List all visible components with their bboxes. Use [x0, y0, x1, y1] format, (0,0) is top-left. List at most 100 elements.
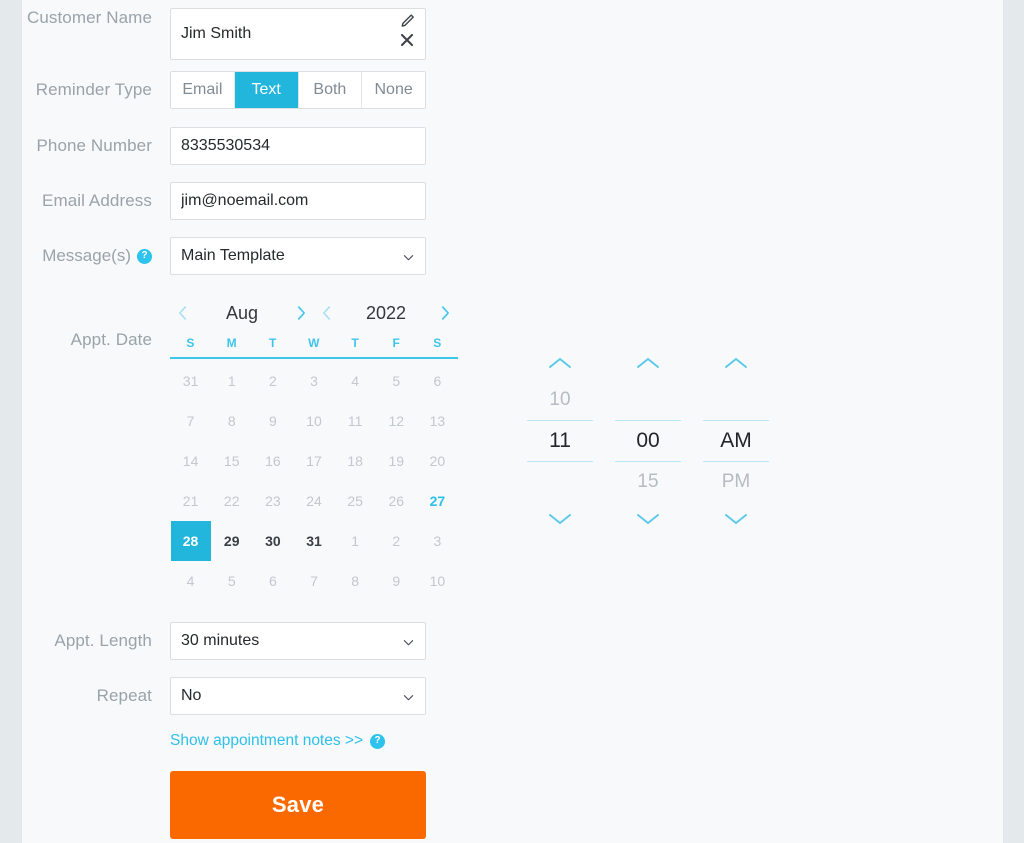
calendar-day[interactable]: 5 — [211, 561, 252, 601]
calendar-day[interactable]: 27 — [417, 481, 458, 521]
calendar-day[interactable]: 25 — [335, 481, 376, 521]
calendar-day[interactable]: 4 — [170, 561, 211, 601]
calendar-day[interactable]: 13 — [417, 401, 458, 441]
calendar-day[interactable]: 6 — [417, 361, 458, 401]
email-address-label: Email Address — [42, 191, 152, 210]
save-button[interactable]: Save — [170, 771, 426, 839]
calendar-day[interactable]: 1 — [211, 361, 252, 401]
phone-number-input[interactable]: 8335530534 — [170, 127, 426, 165]
show-appointment-notes-link[interactable]: Show appointment notes >> ? — [170, 732, 386, 750]
calendar-day[interactable]: 10 — [293, 401, 334, 441]
chevron-down-icon[interactable] — [626, 502, 670, 536]
email-address-input[interactable]: jim@noemail.com — [170, 182, 426, 220]
calendar-day[interactable]: 7 — [170, 401, 211, 441]
time-hour-value[interactable]: 11 — [527, 420, 593, 462]
row-appt-length: Appt. Length 30 minutes — [22, 622, 426, 660]
messages-value: Main Template — [181, 247, 285, 264]
time-minute-next[interactable]: 15 — [615, 462, 681, 502]
close-icon[interactable] — [398, 31, 416, 49]
time-minute-value[interactable]: 00 — [615, 420, 681, 462]
calendar-day[interactable]: 24 — [293, 481, 334, 521]
calendar-day[interactable]: 7 — [293, 561, 334, 601]
calendar-day[interactable]: 30 — [252, 521, 293, 561]
calendar-day[interactable]: 8 — [211, 401, 252, 441]
calendar-header-divider — [170, 357, 458, 359]
calendar-day[interactable]: 20 — [417, 441, 458, 481]
calendar-day[interactable]: 29 — [211, 521, 252, 561]
calendar-day[interactable]: 31 — [170, 361, 211, 401]
customer-name-input[interactable]: Jim Smith — [170, 8, 426, 60]
messages-select[interactable]: Main Template — [170, 237, 426, 275]
customer-name-label: Customer Name — [26, 8, 152, 27]
calendar-day[interactable]: 22 — [211, 481, 252, 521]
calendar-month-label[interactable]: Aug — [226, 303, 258, 324]
calendar-day[interactable]: 16 — [252, 441, 293, 481]
calendar-day[interactable]: 9 — [252, 401, 293, 441]
time-hour-next[interactable] — [527, 462, 593, 502]
chevron-left-icon[interactable] — [316, 302, 338, 324]
calendar-day[interactable]: 8 — [335, 561, 376, 601]
calendar-day[interactable]: 17 — [293, 441, 334, 481]
reminder-type-segmented-control[interactable]: Email Text Both None — [170, 71, 426, 109]
calendar-day[interactable]: 12 — [376, 401, 417, 441]
weekday-label: S — [186, 336, 195, 350]
reminder-option-text[interactable]: Text — [234, 72, 299, 108]
appt-length-select[interactable]: 30 minutes — [170, 622, 426, 660]
pencil-icon[interactable] — [398, 12, 416, 30]
calendar-day[interactable]: 6 — [252, 561, 293, 601]
calendar-day[interactable]: 9 — [376, 561, 417, 601]
time-picker: 10 11 00 15 AM PM — [527, 346, 769, 536]
calendar-day[interactable]: 3 — [417, 521, 458, 561]
calendar-day[interactable]: 18 — [335, 441, 376, 481]
row-repeat: Repeat No — [22, 677, 426, 715]
calendar-week-row: 14 15 16 17 18 19 20 — [170, 441, 458, 481]
calendar-day[interactable]: 2 — [376, 521, 417, 561]
time-meridiem-prev[interactable] — [703, 380, 769, 420]
chevron-down-icon[interactable] — [714, 502, 758, 536]
calendar-day[interactable]: 3 — [293, 361, 334, 401]
reminder-option-email[interactable]: Email — [171, 72, 235, 108]
row-messages: Message(s) ? Main Template — [22, 237, 426, 275]
appointment-form-page: Customer Name Jim Smith Reminder Type Em… — [0, 0, 1024, 843]
chevron-up-icon[interactable] — [626, 346, 670, 380]
calendar-day[interactable]: 14 — [170, 441, 211, 481]
chevron-down-icon — [403, 690, 414, 701]
calendar-day[interactable]: 26 — [376, 481, 417, 521]
time-minute-prev[interactable] — [615, 380, 681, 420]
calendar-day[interactable]: 2 — [252, 361, 293, 401]
calendar-day[interactable]: 19 — [376, 441, 417, 481]
email-address-value: jim@noemail.com — [181, 192, 309, 209]
calendar-day[interactable]: 31 — [293, 521, 334, 561]
calendar-day[interactable]: 4 — [335, 361, 376, 401]
help-circle-icon[interactable]: ? — [137, 248, 152, 264]
row-customer-name: Customer Name Jim Smith — [22, 8, 426, 60]
row-phone-number: Phone Number 8335530534 — [22, 127, 426, 165]
calendar-day-selected[interactable]: 28 — [170, 521, 211, 561]
reminder-option-none[interactable]: None — [362, 72, 425, 108]
calendar-day[interactable]: 15 — [211, 441, 252, 481]
chevron-left-icon[interactable] — [172, 302, 194, 324]
reminder-option-both[interactable]: Both — [298, 72, 363, 108]
time-meridiem-next[interactable]: PM — [703, 462, 769, 502]
calendar-day[interactable]: 11 — [335, 401, 376, 441]
weekday-label: M — [226, 336, 237, 350]
calendar-week-row: 28 29 30 31 1 2 3 — [170, 521, 458, 561]
calendar-year-label[interactable]: 2022 — [366, 303, 406, 324]
calendar-day[interactable]: 23 — [252, 481, 293, 521]
help-circle-icon[interactable]: ? — [370, 733, 386, 749]
chevron-right-icon[interactable] — [434, 302, 456, 324]
chevron-right-icon[interactable] — [290, 302, 312, 324]
calendar-day[interactable]: 10 — [417, 561, 458, 601]
calendar-day[interactable]: 5 — [376, 361, 417, 401]
appt-length-value: 30 minutes — [181, 632, 260, 649]
calendar-day[interactable]: 21 — [170, 481, 211, 521]
phone-number-value: 8335530534 — [181, 137, 270, 154]
time-meridiem-value[interactable]: AM — [703, 420, 769, 462]
customer-name-value: Jim Smith — [181, 25, 252, 42]
time-hour-prev[interactable]: 10 — [527, 380, 593, 420]
repeat-select[interactable]: No — [170, 677, 426, 715]
chevron-up-icon[interactable] — [538, 346, 582, 380]
chevron-up-icon[interactable] — [714, 346, 758, 380]
chevron-down-icon[interactable] — [538, 502, 582, 536]
calendar-day[interactable]: 1 — [335, 521, 376, 561]
